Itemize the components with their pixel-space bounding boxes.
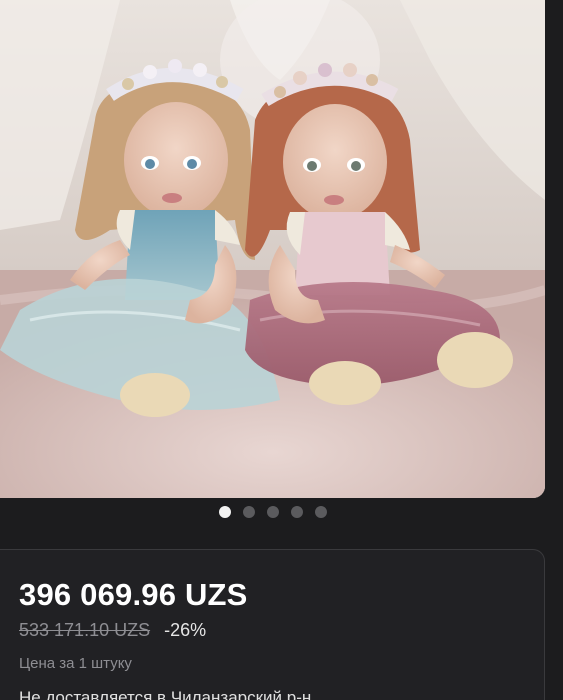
product-screen: 396 069.96 UZS 533 171.10 UZS -26% Цена … [0, 0, 563, 700]
product-image-gallery[interactable] [0, 0, 545, 498]
gallery-dot-3[interactable] [266, 506, 279, 518]
current-price: 396 069.96 UZS [19, 577, 248, 612]
product-photo [0, 0, 545, 498]
per-unit-label: Цена за 1 штуку [19, 655, 132, 672]
gallery-pagination [0, 506, 545, 518]
gallery-dot-2[interactable] [242, 506, 255, 518]
gallery-dot-1[interactable] [218, 506, 231, 518]
gallery-dot-5[interactable] [314, 506, 327, 518]
discount-badge: -26% [164, 620, 207, 640]
delivery-status: Не доставляется в Чиланзарский р-н [19, 688, 312, 700]
old-price: 533 171.10 UZS [19, 620, 151, 640]
old-price-row: 533 171.10 UZS -26% [19, 620, 206, 641]
gallery-dot-4[interactable] [290, 506, 303, 518]
